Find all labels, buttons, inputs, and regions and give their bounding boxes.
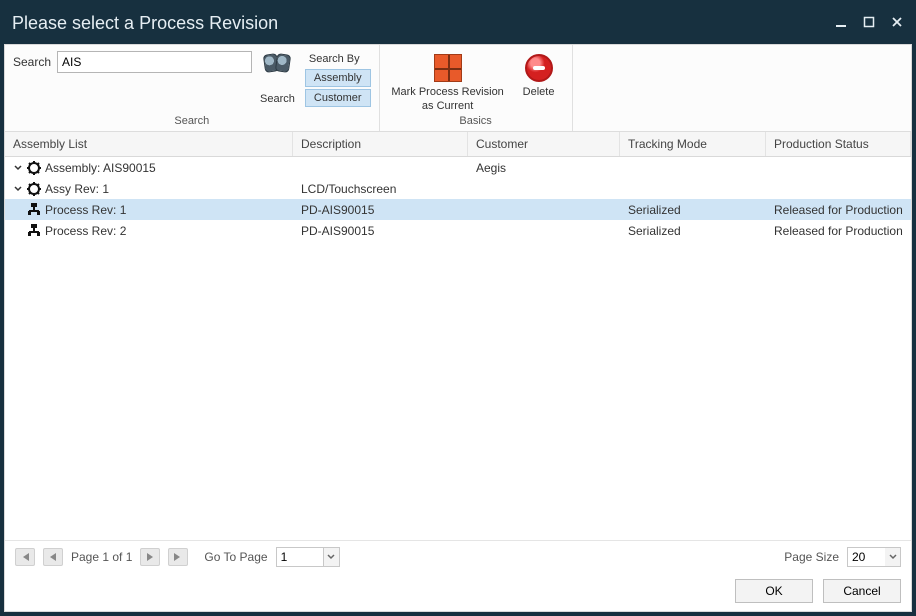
dialog-window: Please select a Process Revision Search — [0, 0, 916, 616]
cell-status: Released for Production — [766, 222, 911, 240]
cell-tracking: Serialized — [620, 222, 766, 240]
binoculars-icon — [263, 51, 291, 73]
cell-assembly: Assy Rev: 1 — [5, 180, 293, 198]
window-controls — [834, 15, 904, 29]
expander-icon[interactable] — [13, 184, 23, 194]
table-row[interactable]: Process Rev: 2 PD-AIS90015 SerializedRelea… — [5, 220, 911, 241]
ribbon-group-search-label: Search — [13, 113, 371, 129]
goto-page-label: Go To Page — [204, 550, 267, 564]
page-size-dropdown[interactable] — [885, 547, 901, 567]
search-by-panel: Search By Assembly Customer — [303, 51, 371, 107]
process-icon — [27, 224, 41, 238]
chevron-down-icon — [327, 553, 335, 561]
cell-customer — [468, 208, 620, 212]
results-grid: Assembly List Description Customer Track… — [5, 132, 911, 541]
page-size-label: Page Size — [784, 550, 839, 564]
ok-button[interactable]: OK — [735, 579, 813, 603]
pager: Page 1 of 1 Go To Page Page Size — [5, 541, 911, 573]
grid-body: Assembly: AIS90015 Aegis Assy Rev: 1 LCD/To… — [5, 157, 911, 241]
close-icon — [891, 16, 903, 28]
table-row[interactable]: Process Rev: 1 PD-AIS90015 SerializedRelea… — [5, 199, 911, 220]
cell-tracking — [620, 187, 766, 191]
cell-customer: Aegis — [468, 159, 620, 177]
ribbon-group-basics-label: Basics — [388, 113, 564, 129]
cell-description: LCD/Touchscreen — [293, 180, 468, 198]
search-input[interactable] — [57, 51, 252, 73]
close-button[interactable] — [890, 15, 904, 29]
mark-current-line1: Mark Process Revision — [391, 85, 503, 99]
window-title: Please select a Process Revision — [12, 11, 834, 34]
search-by-assembly[interactable]: Assembly — [305, 69, 371, 87]
search-button-label: Search — [260, 93, 295, 105]
col-customer[interactable]: Customer — [468, 132, 620, 156]
row-label: Assy Rev: 1 — [45, 182, 109, 196]
ribbon-group-basics: Mark Process Revision as Current Delete … — [380, 45, 573, 131]
mark-current-button[interactable]: Mark Process Revision as Current — [388, 51, 508, 113]
table-row[interactable]: Assy Rev: 1 LCD/Touchscreen — [5, 178, 911, 199]
cell-assembly: Process Rev: 1 — [5, 201, 293, 219]
mark-current-line2: as Current — [422, 99, 473, 113]
cell-assembly: Assembly: AIS90015 — [5, 159, 293, 177]
last-page-icon — [173, 552, 183, 562]
minimize-button[interactable] — [834, 15, 848, 29]
cancel-button[interactable]: Cancel — [823, 579, 901, 603]
goto-page-dropdown[interactable] — [324, 547, 340, 567]
maximize-button[interactable] — [862, 15, 876, 29]
assembly-icon — [27, 161, 41, 175]
cell-status — [766, 187, 911, 191]
cell-customer — [468, 187, 620, 191]
cell-status: Released for Production — [766, 201, 911, 219]
next-page-icon — [145, 552, 155, 562]
title-bar: Please select a Process Revision — [0, 0, 916, 44]
cell-description: PD-AIS90015 — [293, 201, 468, 219]
delete-button[interactable]: Delete — [514, 51, 564, 99]
client-area: Search Search Search By Assembly Custome… — [4, 44, 912, 612]
col-tracking[interactable]: Tracking Mode — [620, 132, 766, 156]
ribbon-group-search: Search Search Search By Assembly Custome… — [5, 45, 380, 131]
chevron-down-icon — [889, 553, 897, 561]
col-description[interactable]: Description — [293, 132, 468, 156]
dialog-footer: OK Cancel — [5, 573, 911, 611]
cell-description — [293, 166, 468, 170]
table-row[interactable]: Assembly: AIS90015 Aegis — [5, 157, 911, 178]
search-label: Search — [13, 51, 51, 69]
cell-status — [766, 166, 911, 170]
col-status[interactable]: Production Status — [766, 132, 911, 156]
last-page-button[interactable] — [168, 548, 188, 566]
page-indicator: Page 1 of 1 — [71, 550, 132, 564]
prev-page-button[interactable] — [43, 548, 63, 566]
prev-page-icon — [48, 552, 58, 562]
minimize-icon — [835, 16, 847, 28]
delete-label: Delete — [523, 85, 555, 99]
process-icon — [27, 203, 41, 217]
search-button[interactable]: Search — [258, 51, 297, 105]
col-assembly[interactable]: Assembly List — [5, 132, 293, 156]
first-page-button[interactable] — [15, 548, 35, 566]
expander-icon[interactable] — [13, 163, 23, 173]
search-by-customer[interactable]: Customer — [305, 89, 371, 107]
mark-current-icon — [434, 54, 462, 82]
grid-header: Assembly List Description Customer Track… — [5, 132, 911, 157]
goto-page-input[interactable] — [276, 547, 324, 567]
cell-tracking — [620, 166, 766, 170]
cell-customer — [468, 229, 620, 233]
search-by-title: Search By — [305, 51, 371, 67]
delete-icon — [525, 54, 553, 82]
cell-tracking: Serialized — [620, 201, 766, 219]
row-label: Process Rev: 2 — [45, 224, 126, 238]
next-page-button[interactable] — [140, 548, 160, 566]
page-size-input[interactable] — [847, 547, 885, 567]
maximize-icon — [863, 16, 875, 28]
cell-assembly: Process Rev: 2 — [5, 222, 293, 240]
assembly-icon — [27, 182, 41, 196]
search-panel: Search Search Search By Assembly Custome… — [13, 49, 371, 107]
ribbon: Search Search Search By Assembly Custome… — [5, 45, 911, 132]
row-label: Process Rev: 1 — [45, 203, 126, 217]
first-page-icon — [20, 552, 30, 562]
cell-description: PD-AIS90015 — [293, 222, 468, 240]
row-label: Assembly: AIS90015 — [45, 161, 156, 175]
